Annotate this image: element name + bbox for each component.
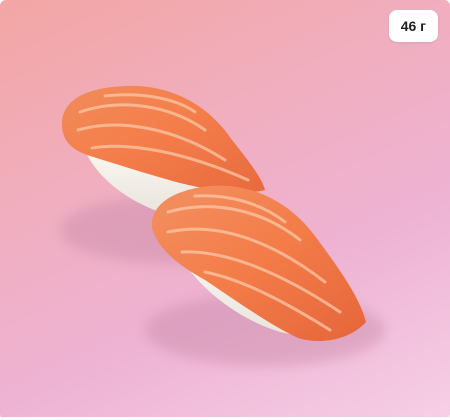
salmon-nigiri-image [60, 85, 385, 366]
product-image-card[interactable]: 46 г [0, 0, 450, 420]
weight-badge: 46 г [388, 10, 438, 42]
